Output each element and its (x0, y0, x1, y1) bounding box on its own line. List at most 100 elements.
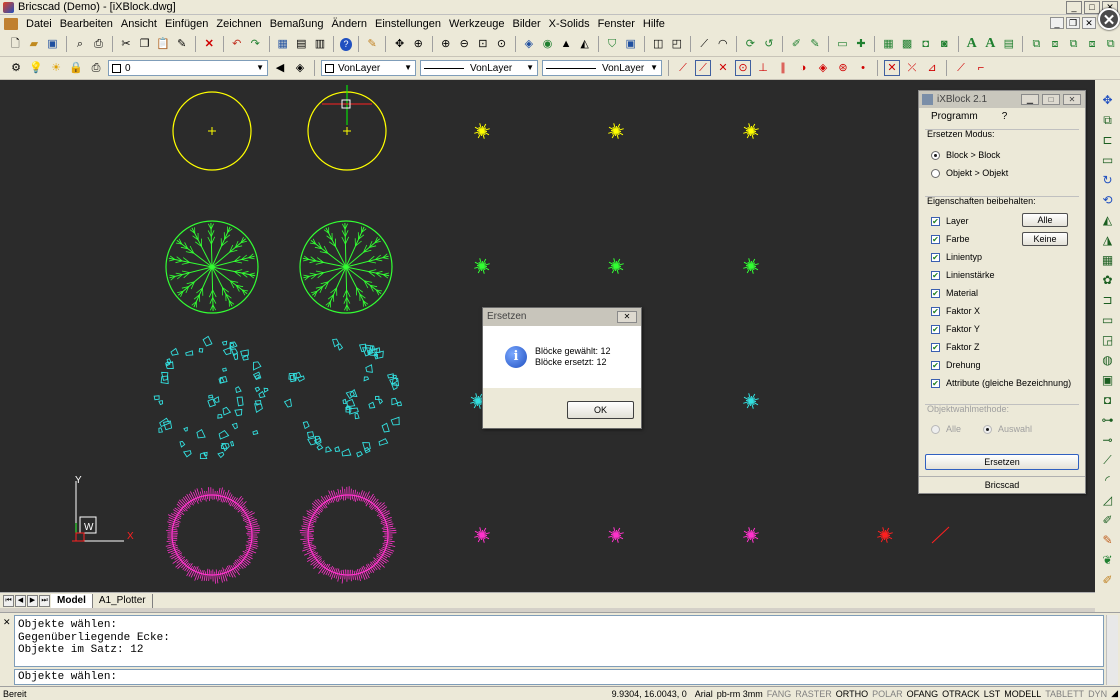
last-tab-icon[interactable]: ⏭ (39, 594, 50, 607)
radio-block-block[interactable] (931, 150, 940, 160)
dim-style[interactable]: pb-rm 3mm (715, 689, 765, 699)
shrub-block[interactable] (283, 338, 403, 458)
table-icon[interactable]: ▦ (881, 36, 896, 52)
arc-icon[interactable]: ◠ (716, 36, 731, 52)
star-block[interactable] (608, 123, 624, 139)
lock-icon[interactable]: 🔒 (68, 60, 84, 76)
zoom-in-icon[interactable]: ⊕ (438, 36, 453, 52)
checkbox-faktor-z[interactable]: ✔ (931, 342, 940, 352)
scale-icon[interactable]: ◲ (1100, 332, 1116, 348)
snap-perpendicular-icon[interactable]: ⊥ (755, 60, 771, 76)
maximize-button[interactable]: □ (1084, 1, 1100, 14)
menu-aendern[interactable]: Ändern (328, 18, 371, 30)
doc-restore-button[interactable]: ❐ (1066, 17, 1080, 29)
solid-icon[interactable]: ◍ (1100, 352, 1116, 368)
pencil-icon[interactable]: ✎ (365, 36, 380, 52)
zoom-window-icon[interactable]: ⊡ (476, 36, 491, 52)
zoom-extents-icon[interactable]: ⊙ (494, 36, 509, 52)
explode-icon[interactable]: ✐ (1100, 572, 1116, 588)
menu-einstellungen[interactable]: Einstellungen (371, 18, 445, 30)
dialog-close-button[interactable]: ✕ (617, 311, 637, 323)
pencil-green-icon[interactable]: ✎ (808, 36, 823, 52)
panel-title-bar[interactable]: iXBlock 2.1 ▁ □ ✕ (919, 91, 1085, 108)
toggle-lst[interactable]: LST (982, 689, 1003, 699)
star-block[interactable] (474, 123, 490, 139)
brush-icon[interactable]: ✎ (1100, 532, 1116, 548)
menu-bemassung[interactable]: Bemaßung (266, 18, 328, 30)
tab-model[interactable]: Model (51, 593, 93, 608)
layer-stack-icon[interactable]: ◈ (292, 60, 308, 76)
copy-object-icon[interactable]: ⧉ (1100, 112, 1116, 128)
text-style-icon[interactable]: A (983, 36, 998, 52)
star-block[interactable] (743, 258, 759, 274)
menu-zeichnen[interactable]: Zeichnen (212, 18, 265, 30)
view-icon[interactable]: ◉ (540, 36, 555, 52)
preview-icon[interactable]: ⌕ (73, 36, 88, 52)
mirror-3d-icon[interactable]: ◮ (1100, 232, 1116, 248)
extend-icon[interactable]: ⟋ (1100, 452, 1116, 468)
chamfer-icon[interactable]: ◿ (1100, 492, 1116, 508)
replace-button[interactable]: Ersetzen (925, 454, 1079, 470)
lineweight-select[interactable]: VonLayer ▼ (542, 60, 662, 76)
prop-attribute[interactable]: ✔ Attribute (gleiche Bezeichnung) (931, 378, 1071, 388)
stretch-icon[interactable]: ▭ (1100, 152, 1116, 168)
star-block[interactable] (743, 527, 759, 543)
group-list-icon[interactable]: ⧉ (1103, 36, 1118, 52)
snap-intersection-icon[interactable]: ✕ (715, 60, 731, 76)
prop-layer[interactable]: ✔ Layer (931, 216, 969, 226)
design-center-icon[interactable]: ▥ (313, 36, 328, 52)
print-icon[interactable]: ⎙ (91, 36, 106, 52)
stretch2-icon[interactable]: ▭ (1100, 312, 1116, 328)
distance-icon[interactable]: ⟋ (697, 36, 712, 52)
shield-icon[interactable]: ⛉ (605, 36, 620, 52)
help-icon[interactable]: ? (340, 37, 352, 51)
move-icon[interactable]: ✥ (1100, 92, 1116, 108)
image-icon[interactable]: ▩ (900, 36, 915, 52)
minimize-button[interactable]: _ (1066, 1, 1082, 14)
resize-grip-icon[interactable]: ◢ (1109, 688, 1120, 699)
prop-faktor-y[interactable]: ✔ Faktor Y (931, 324, 980, 334)
trim-icon[interactable]: ⊸ (1100, 432, 1116, 448)
toggle-polar[interactable]: POLAR (870, 689, 905, 699)
explorer-icon[interactable]: ▦ (275, 36, 290, 52)
paste-icon[interactable]: 📋 (156, 36, 171, 52)
command-input[interactable]: Objekte wählen: (14, 669, 1104, 685)
snap-node-icon[interactable]: • (855, 60, 871, 76)
ungroup-icon[interactable]: ⧈ (1048, 36, 1063, 52)
layer-select[interactable]: 0 ▼ (108, 60, 268, 76)
rotate-icon[interactable]: ↻ (1100, 172, 1116, 188)
doc-minimize-button[interactable]: _ (1050, 17, 1064, 29)
hedge-block[interactable] (165, 487, 261, 584)
star-block[interactable] (474, 527, 490, 543)
rotate-3d-icon[interactable]: ⟲ (1100, 192, 1116, 208)
box-icon[interactable]: ◘ (1100, 392, 1116, 408)
plot-icon[interactable]: ⎙ (88, 60, 104, 76)
prop-farbe[interactable]: ✔ Farbe (931, 234, 970, 244)
radio-alle[interactable] (931, 424, 940, 434)
delete-icon[interactable]: ✕ (202, 36, 217, 52)
star-block[interactable] (474, 258, 490, 274)
refresh-icon[interactable]: ⟳ (743, 36, 758, 52)
toggle-dyn[interactable]: DYN (1086, 689, 1109, 699)
screen-icon[interactable]: ▣ (623, 36, 638, 52)
copy-icon[interactable]: ❐ (137, 36, 152, 52)
snap-parallel-icon[interactable]: ∥ (775, 60, 791, 76)
snap-tangent-icon[interactable]: ◑ (795, 60, 811, 76)
prop-faktor-z[interactable]: ✔ Faktor Z (931, 342, 980, 352)
star-block[interactable] (743, 123, 759, 139)
snap-midpoint-icon[interactable]: ⟋ (695, 60, 711, 76)
break-icon[interactable]: ⊶ (1100, 412, 1116, 428)
mtext-icon[interactable]: ▤ (1002, 36, 1017, 52)
offset-icon[interactable]: ⊏ (1100, 132, 1116, 148)
new-icon[interactable]: 🗋 (8, 36, 23, 52)
command-scrollbar[interactable] (1106, 615, 1118, 685)
panel-menu-programm[interactable]: Programm (931, 111, 978, 122)
tree-block[interactable] (299, 220, 393, 314)
fillet-icon[interactable]: ◜ (1100, 472, 1116, 488)
toggle-tablett[interactable]: TABLETT (1043, 689, 1086, 699)
checkbox-linientyp[interactable]: ✔ (931, 252, 940, 262)
rectangle-icon[interactable]: ▭ (835, 36, 850, 52)
zoom-realtime-icon[interactable]: ⊕ (411, 36, 426, 52)
snap-extension-icon[interactable]: ⤫ (904, 60, 920, 76)
radio-auswahl[interactable] (983, 424, 992, 434)
